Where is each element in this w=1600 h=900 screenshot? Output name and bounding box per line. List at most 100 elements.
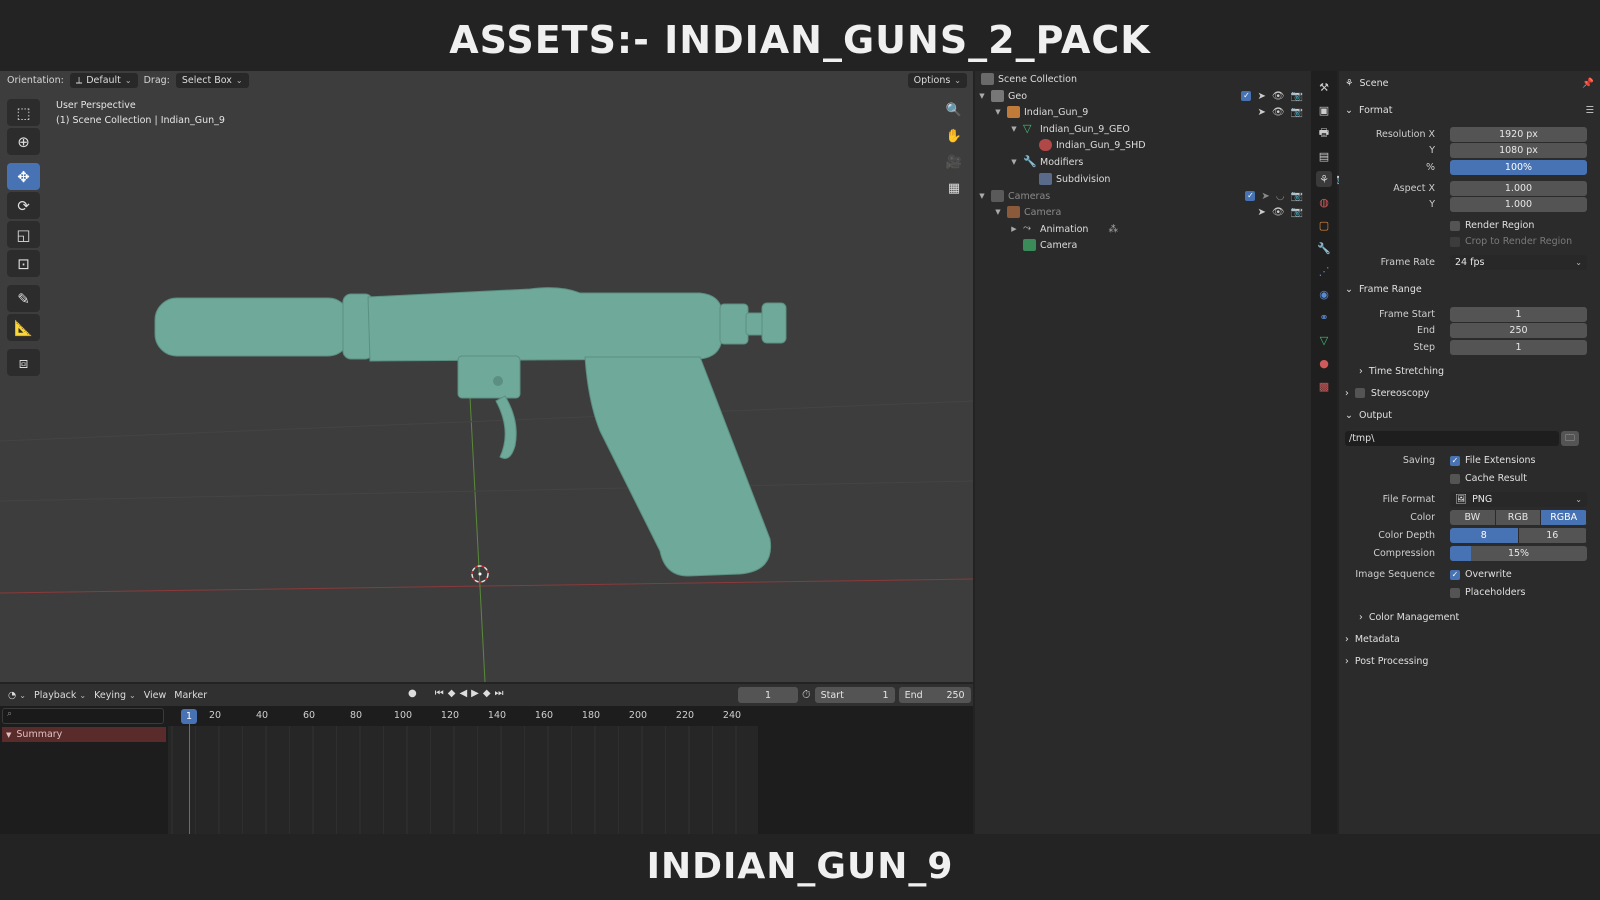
resolution-y-field[interactable]: 1080 px xyxy=(1450,143,1587,158)
modifier-tab-icon[interactable]: 🔧 xyxy=(1316,240,1332,256)
outliner-row-indian-gun-9[interactable]: ▼ Indian_Gun_9 ➤ 👁 📷 xyxy=(993,104,1329,120)
resolution-x-field[interactable]: 1920 px xyxy=(1450,127,1587,142)
summary-channel[interactable]: ▼ Summary xyxy=(2,727,166,742)
pin-icon[interactable]: 📌 xyxy=(1582,78,1594,89)
end-frame-field[interactable]: End 250 xyxy=(898,687,971,703)
time-stretching-subpanel[interactable]: › Time Stretching xyxy=(1359,361,1600,381)
color-rgba-option[interactable]: RGBA xyxy=(1541,510,1587,525)
marker-menu[interactable]: Marker xyxy=(174,690,207,701)
keyframe-area[interactable] xyxy=(168,726,788,834)
jump-start-button[interactable]: ⏮ xyxy=(435,688,444,699)
depth-16-option[interactable]: 16 xyxy=(1518,528,1587,543)
crop-region-checkbox[interactable]: Crop to Render Region xyxy=(1450,233,1572,250)
outliner-row-camera-data[interactable]: Camera xyxy=(1019,237,1355,253)
render-region-checkbox[interactable]: Render Region xyxy=(1450,217,1534,234)
color-management-subpanel[interactable]: › Color Management xyxy=(1359,607,1600,627)
eye-icon[interactable]: 👁 xyxy=(1272,91,1285,102)
frame-range-panel-header[interactable]: ⌄ Frame Range xyxy=(1345,279,1594,299)
view-menu[interactable]: View xyxy=(144,690,167,701)
frame-step-field[interactable]: 1 xyxy=(1450,340,1587,355)
3d-viewport[interactable]: Orientation: ⟂ Default ⌄ Drag: Select Bo… xyxy=(0,71,973,682)
zoom-button[interactable]: 🔍 xyxy=(943,99,965,121)
measure-tool[interactable]: 📐 xyxy=(7,314,40,341)
scene-tab-icon[interactable]: ⚘ xyxy=(1316,171,1332,187)
transform-tool[interactable]: ⊡ xyxy=(7,250,40,277)
eye-icon[interactable]: 👁 xyxy=(1272,207,1285,218)
render-camera-icon[interactable]: 📷 xyxy=(1291,207,1303,218)
particles-tab-icon[interactable]: ⋰ xyxy=(1316,263,1332,279)
cache-result-checkbox[interactable]: Cache Result xyxy=(1450,470,1527,487)
post-processing-panel-header[interactable]: › Post Processing xyxy=(1345,651,1594,671)
color-bw-option[interactable]: BW xyxy=(1450,510,1496,525)
keying-menu[interactable]: Keying ⌄ xyxy=(94,690,136,701)
stereoscopy-panel-header[interactable]: › Stereoscopy xyxy=(1345,383,1594,403)
frame-rate-dropdown[interactable]: 24 fps ⌄ xyxy=(1450,255,1587,270)
tool-tab-icon[interactable]: ⚒ xyxy=(1316,79,1332,95)
cursor-tool[interactable]: ⊕ xyxy=(7,128,40,155)
outliner-row-cameras[interactable]: ▼ Cameras ✓ ➤ ◡ 📷 xyxy=(977,188,1313,204)
color-rgb-option[interactable]: RGB xyxy=(1495,510,1542,525)
object-tab-icon[interactable]: ▢ xyxy=(1316,217,1332,233)
orientation-dropdown[interactable]: ⟂ Default ⌄ xyxy=(69,73,138,88)
start-frame-field[interactable]: Start 1 xyxy=(814,687,895,703)
output-path-input[interactable]: /tmp\ xyxy=(1345,431,1559,446)
select-arrow-icon[interactable]: ➤ xyxy=(1261,191,1269,202)
frame-ruler[interactable]: 20 40 60 80 100 120 140 160 180 200 220 240 xyxy=(168,708,788,724)
output-panel-header[interactable]: ⌄ Output xyxy=(1345,405,1594,425)
file-extensions-checkbox[interactable]: ✓ File Extensions xyxy=(1450,452,1536,469)
exclude-checkbox[interactable]: ✓ xyxy=(1241,90,1252,101)
play-reverse-button[interactable]: ◀ xyxy=(459,688,467,699)
current-frame-field[interactable]: 1 xyxy=(738,687,798,703)
folder-browse-button[interactable]: 🗀 xyxy=(1561,431,1579,446)
play-button[interactable]: ▶ xyxy=(471,688,479,699)
constraints-tab-icon[interactable]: ⚭ xyxy=(1316,309,1332,325)
stereoscopy-checkbox[interactable] xyxy=(1354,388,1365,398)
next-keyframe-button[interactable]: ◆ xyxy=(483,688,491,699)
outliner-root[interactable]: Scene Collection xyxy=(977,71,1313,87)
jump-end-button[interactable]: ⏭ xyxy=(495,688,504,699)
outliner-row-geo[interactable]: ▼ Geo ✓ ➤ 👁 📷 xyxy=(977,88,1313,104)
annotate-tool[interactable]: ✎ xyxy=(7,285,40,312)
select-arrow-icon[interactable]: ➤ xyxy=(1257,107,1265,118)
ortho-toggle-button[interactable]: ▦ xyxy=(943,177,965,199)
placeholders-checkbox[interactable]: Placeholders xyxy=(1450,584,1525,601)
depth-8-option[interactable]: 8 xyxy=(1450,528,1519,543)
playback-menu[interactable]: Playback ⌄ xyxy=(34,690,86,701)
outliner-row-camera-object[interactable]: ▼ Camera ➤ 👁 📷 xyxy=(993,204,1329,220)
outliner-row-animation[interactable]: ▶ ⤳ Animation ⁂ xyxy=(1009,221,1345,237)
pan-button[interactable]: ✋ xyxy=(943,125,965,147)
exclude-checkbox[interactable]: ✓ xyxy=(1245,190,1256,201)
prev-keyframe-button[interactable]: ◆ xyxy=(448,688,456,699)
compression-slider[interactable]: 15% xyxy=(1450,546,1587,561)
physics-tab-icon[interactable]: ◉ xyxy=(1316,286,1332,302)
file-format-dropdown[interactable]: 🖼 PNG ⌄ xyxy=(1450,492,1587,507)
record-button[interactable]: ● xyxy=(408,688,417,699)
scale-tool[interactable]: ◱ xyxy=(7,221,40,248)
outliner-row-modifiers[interactable]: ▼ 🔧 Modifiers xyxy=(1009,154,1345,170)
render-camera-icon[interactable]: 📷 xyxy=(1291,191,1303,202)
drag-dropdown[interactable]: Select Box ⌄ xyxy=(175,73,249,88)
select-arrow-icon[interactable]: ➤ xyxy=(1257,207,1265,218)
timeline-search-input[interactable]: ⌕ xyxy=(2,708,164,724)
texture-tab-icon[interactable]: ▩ xyxy=(1316,378,1332,394)
resolution-pct-slider[interactable]: 100% xyxy=(1450,160,1587,175)
overwrite-checkbox[interactable]: ✓ Overwrite xyxy=(1450,566,1512,583)
aspect-x-field[interactable]: 1.000 xyxy=(1450,181,1587,196)
options-dropdown[interactable]: Options ⌄ xyxy=(907,73,967,88)
render-tab-icon[interactable]: ▣ xyxy=(1316,102,1332,118)
move-tool[interactable]: ✥ xyxy=(7,163,40,190)
select-arrow-icon[interactable]: ➤ xyxy=(1257,91,1265,102)
editor-type-dropdown[interactable]: ◔ ⌄ xyxy=(8,690,26,701)
format-panel-header[interactable]: ⌄ Format ☰ xyxy=(1345,100,1594,120)
outliner-row-geo-mesh[interactable]: ▼ ▽ Indian_Gun_9_GEO xyxy=(1009,121,1345,137)
world-tab-icon[interactable]: ◍ xyxy=(1316,194,1332,210)
presets-icon[interactable]: ☰ xyxy=(1585,105,1594,116)
eye-closed-icon[interactable]: ◡ xyxy=(1276,191,1285,202)
render-camera-icon[interactable]: 📷 xyxy=(1291,91,1303,102)
rotate-tool[interactable]: ⟳ xyxy=(7,192,40,219)
output-tab-icon[interactable]: 🖶 xyxy=(1316,125,1332,141)
material-tab-icon[interactable]: ● xyxy=(1316,355,1332,371)
frame-end-field[interactable]: 250 xyxy=(1450,323,1587,338)
eye-icon[interactable]: 👁 xyxy=(1272,107,1285,118)
select-box-tool[interactable]: ⬚ xyxy=(7,99,40,126)
